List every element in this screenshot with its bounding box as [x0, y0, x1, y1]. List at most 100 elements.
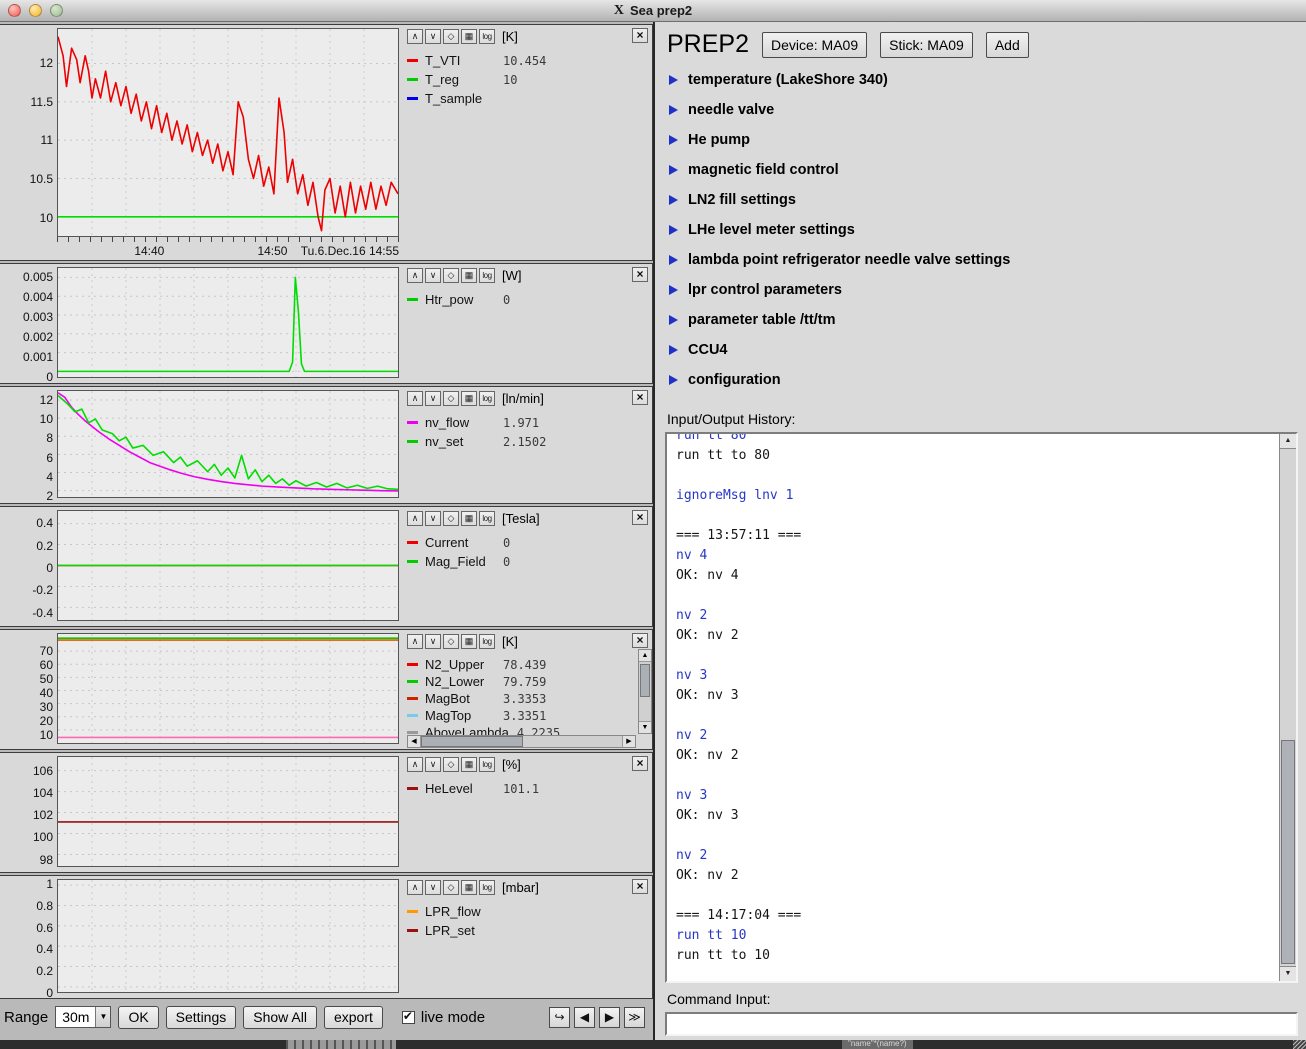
legend-item[interactable]: nv_flow1.971	[407, 413, 648, 432]
section-lambda-point-nv-settings[interactable]: lambda point refrigerator needle valve s…	[665, 245, 1298, 275]
legend-item[interactable]: T_sample	[407, 89, 648, 108]
scrollbar-thumb[interactable]	[1281, 740, 1295, 964]
grid-icon[interactable]: ▦	[461, 29, 477, 44]
shift-down-icon[interactable]: ∨	[425, 391, 441, 406]
legend-item[interactable]: LPR_set	[407, 921, 648, 940]
log-scale-icon[interactable]: log	[479, 634, 495, 649]
settings-button[interactable]: Settings	[166, 1006, 237, 1029]
export-button[interactable]: export	[324, 1006, 383, 1029]
legend-item[interactable]: HeLevel101.1	[407, 779, 648, 798]
plot-area-lpr[interactable]	[57, 879, 399, 993]
step-forward-icon[interactable]: ▶	[599, 1007, 620, 1028]
add-button[interactable]: Add	[986, 32, 1029, 58]
plot-area-he-level[interactable]	[57, 756, 399, 867]
close-chart-icon[interactable]: ×	[632, 28, 648, 43]
log-scale-icon[interactable]: log	[479, 511, 495, 526]
skip-to-end-icon[interactable]: ≫	[624, 1007, 645, 1028]
scroll-up-icon[interactable]: ▲	[1280, 434, 1296, 449]
plot-area-temperature[interactable]	[57, 28, 399, 237]
scrollbar-thumb[interactable]	[421, 736, 523, 747]
autoscale-icon[interactable]: ◇	[443, 511, 459, 526]
window-titlebar[interactable]: X Sea prep2	[0, 0, 1306, 22]
close-chart-icon[interactable]: ×	[632, 879, 648, 894]
legend-item[interactable]: N2_Lower79.759	[407, 673, 648, 690]
legend-item[interactable]: T_reg10	[407, 70, 648, 89]
command-input[interactable]	[665, 1012, 1298, 1036]
scroll-down-icon[interactable]: ▼	[1280, 966, 1296, 981]
log-scale-icon[interactable]: log	[479, 391, 495, 406]
shift-up-icon[interactable]: ∧	[407, 391, 423, 406]
chevron-down-icon[interactable]: ▼	[95, 1007, 110, 1027]
section-configuration[interactable]: configuration	[665, 365, 1298, 395]
range-select[interactable]: 30m ▼	[55, 1006, 111, 1028]
io-history-content[interactable]: run tt 80run tt to 80 ignoreMsg lnv 1 ==…	[667, 432, 1279, 981]
plot-area-magnet[interactable]	[57, 510, 399, 621]
grid-icon[interactable]: ▦	[461, 268, 477, 283]
step-back-icon[interactable]: ◀	[574, 1007, 595, 1028]
section-ln2-fill-settings[interactable]: LN2 fill settings	[665, 185, 1298, 215]
section-he-pump[interactable]: He pump	[665, 125, 1298, 155]
close-window-button[interactable]	[8, 4, 21, 17]
plot-area-cryo-temps[interactable]	[57, 633, 399, 744]
shift-up-icon[interactable]: ∧	[407, 511, 423, 526]
legend-item[interactable]: MagTop3.3351	[407, 707, 648, 724]
shift-down-icon[interactable]: ∨	[425, 511, 441, 526]
legend-item[interactable]: N2_Upper78.439	[407, 656, 648, 673]
close-chart-icon[interactable]: ×	[632, 390, 648, 405]
autoscale-icon[interactable]: ◇	[443, 757, 459, 772]
ok-button[interactable]: OK	[118, 1006, 158, 1029]
legend-item[interactable]: Htr_pow0	[407, 290, 648, 309]
close-chart-icon[interactable]: ×	[632, 633, 648, 648]
section-ccu4[interactable]: CCU4	[665, 335, 1298, 365]
shift-down-icon[interactable]: ∨	[425, 880, 441, 895]
show-all-button[interactable]: Show All	[243, 1006, 317, 1029]
close-chart-icon[interactable]: ×	[632, 510, 648, 525]
log-scale-icon[interactable]: log	[479, 880, 495, 895]
legend-item[interactable]: MagBot3.3353	[407, 690, 648, 707]
legend-item[interactable]: Current0	[407, 533, 648, 552]
shift-up-icon[interactable]: ∧	[407, 757, 423, 772]
scroll-left-icon[interactable]: ◀	[408, 736, 421, 747]
section-parameter-table[interactable]: parameter table /tt/tm	[665, 305, 1298, 335]
close-chart-icon[interactable]: ×	[632, 267, 648, 282]
legend-item[interactable]: T_VTI10.454	[407, 51, 648, 70]
legend-horizontal-scrollbar[interactable]: ◀▶	[407, 735, 636, 748]
autoscale-icon[interactable]: ◇	[443, 268, 459, 283]
shift-down-icon[interactable]: ∨	[425, 757, 441, 772]
shift-up-icon[interactable]: ∧	[407, 880, 423, 895]
log-scale-icon[interactable]: log	[479, 757, 495, 772]
scrollbar-thumb[interactable]	[640, 664, 650, 697]
shift-down-icon[interactable]: ∨	[425, 634, 441, 649]
shift-up-icon[interactable]: ∧	[407, 29, 423, 44]
legend-item[interactable]: Mag_Field0	[407, 552, 648, 571]
grid-icon[interactable]: ▦	[461, 391, 477, 406]
shift-down-icon[interactable]: ∨	[425, 268, 441, 283]
close-chart-icon[interactable]: ×	[632, 756, 648, 771]
log-scale-icon[interactable]: log	[479, 29, 495, 44]
autoscale-icon[interactable]: ◇	[443, 29, 459, 44]
section-temperature[interactable]: temperature (LakeShore 340)	[665, 65, 1298, 95]
shift-down-icon[interactable]: ∨	[425, 29, 441, 44]
section-needle-valve[interactable]: needle valve	[665, 95, 1298, 125]
zoom-window-button[interactable]	[50, 4, 63, 17]
shift-up-icon[interactable]: ∧	[407, 268, 423, 283]
legend-vertical-scrollbar[interactable]: ▲▼	[638, 649, 652, 734]
device-button[interactable]: Device: MA09	[762, 32, 867, 58]
grid-icon[interactable]: ▦	[461, 880, 477, 895]
stick-button[interactable]: Stick: MA09	[880, 32, 973, 58]
grid-icon[interactable]: ▦	[461, 511, 477, 526]
section-lpr-control-parameters[interactable]: lpr control parameters	[665, 275, 1298, 305]
grid-icon[interactable]: ▦	[461, 757, 477, 772]
scroll-up-icon[interactable]: ▲	[639, 650, 651, 662]
legend-item[interactable]: nv_set2.1502	[407, 432, 648, 451]
shift-up-icon[interactable]: ∧	[407, 634, 423, 649]
live-mode-checkbox[interactable]	[402, 1011, 415, 1024]
jump-latest-icon[interactable]: ↪	[549, 1007, 570, 1028]
grid-icon[interactable]: ▦	[461, 634, 477, 649]
plot-area-needle-valve[interactable]	[57, 390, 399, 498]
resize-grip[interactable]	[1293, 1040, 1306, 1049]
history-scrollbar[interactable]: ▲ ▼	[1279, 434, 1296, 981]
section-lhe-level-meter-settings[interactable]: LHe level meter settings	[665, 215, 1298, 245]
autoscale-icon[interactable]: ◇	[443, 880, 459, 895]
autoscale-icon[interactable]: ◇	[443, 634, 459, 649]
